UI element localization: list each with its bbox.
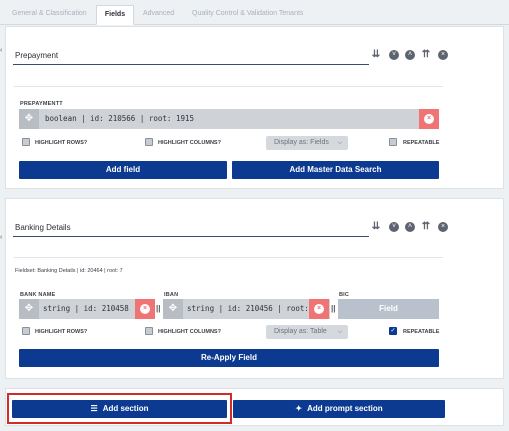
- field-descriptor: boolean | id: 210566 | root: 1915: [45, 114, 195, 123]
- chevron-down-circle-icon[interactable]: ˅: [389, 222, 399, 232]
- display-as-value: Display as: Fields: [274, 139, 329, 146]
- highlight-rows-checkbox[interactable]: [22, 138, 30, 146]
- column-separator: ||: [156, 304, 161, 313]
- close-circle-icon: ×: [314, 304, 324, 314]
- field-row-prepayment[interactable]: ✥ boolean | id: 210566 | root: 1915 ×: [19, 109, 439, 129]
- move-icon[interactable]: ✥: [19, 299, 39, 319]
- add-field-button[interactable]: Add field: [19, 161, 227, 179]
- field-descriptor: string | id: 210456 | root:: [187, 304, 307, 313]
- delete-field-button[interactable]: ×: [135, 299, 155, 319]
- chevron-down-icon: ⌵: [337, 329, 342, 335]
- title-underline: [13, 236, 369, 237]
- fieldset-meta: Fieldset: Banking Details | id: 20464 | …: [15, 268, 123, 274]
- tab-quality-control[interactable]: Quality Control & Validation Tenants: [192, 5, 303, 25]
- field-row-bank-name[interactable]: ✥ string | id: 210458 ×: [19, 299, 155, 319]
- column-separator: ||: [331, 304, 336, 313]
- display-as-select[interactable]: Display as: Table ⌵: [266, 325, 348, 339]
- section-title[interactable]: Prepayment: [15, 51, 58, 60]
- field-descriptor: string | id: 210458: [43, 304, 129, 313]
- highlight-columns-label: HIGHLIGHT COLUMNS?: [158, 140, 221, 146]
- annotation-highlight-box: [7, 393, 232, 424]
- chevron-up-circle-icon[interactable]: ˄: [405, 50, 415, 60]
- repeatable-label: REPEATABLE: [403, 140, 440, 146]
- column-label-iban: IBAN: [164, 292, 179, 298]
- divider: [14, 257, 443, 258]
- add-bic-field-button[interactable]: Field: [338, 299, 439, 319]
- highlight-rows-label: HIGHLIGHT ROWS?: [35, 140, 88, 146]
- double-chevron-up-icon[interactable]: ⇈: [420, 49, 432, 61]
- repeatable-label: REPEATABLE: [403, 329, 440, 335]
- remove-section-icon[interactable]: ×: [438, 50, 448, 60]
- remove-section-icon[interactable]: ×: [438, 222, 448, 232]
- repeatable-checkbox[interactable]: [389, 138, 397, 146]
- double-chevron-down-icon[interactable]: ⇊: [370, 49, 382, 61]
- chevron-up-circle-icon[interactable]: ˄: [405, 222, 415, 232]
- column-label-bic: BIC: [339, 292, 350, 298]
- tab-fields[interactable]: Fields: [96, 5, 134, 25]
- highlight-rows-label: HIGHLIGHT ROWS?: [35, 329, 88, 335]
- tab-bar: General & Classification Fields Advanced…: [0, 0, 509, 25]
- delete-field-button[interactable]: ×: [309, 299, 329, 319]
- highlight-columns-checkbox[interactable]: [145, 327, 153, 335]
- tab-general-classification[interactable]: General & Classification: [12, 5, 87, 25]
- divider: [14, 86, 443, 87]
- move-icon[interactable]: ✥: [19, 109, 39, 129]
- repeatable-checkbox[interactable]: ✓: [389, 327, 397, 335]
- scroll-marker-icon: ‹: [0, 234, 3, 241]
- double-chevron-up-icon[interactable]: ⇈: [420, 221, 432, 233]
- tab-advanced[interactable]: Advanced: [143, 5, 174, 25]
- chevron-down-circle-icon[interactable]: ˅: [389, 50, 399, 60]
- close-circle-icon: ×: [424, 114, 434, 124]
- delete-field-button[interactable]: ×: [419, 109, 439, 129]
- close-circle-icon: ×: [140, 304, 150, 314]
- display-as-select[interactable]: Display as: Fields ⌵: [266, 136, 348, 150]
- add-master-data-search-button[interactable]: Add Master Data Search: [232, 161, 439, 179]
- section-title[interactable]: Banking Details: [15, 223, 71, 232]
- scroll-marker-icon: ‹: [0, 47, 3, 54]
- field-label: PREPAYMENTT: [20, 101, 63, 107]
- move-icon[interactable]: ✥: [163, 299, 183, 319]
- magic-icon: ✦: [295, 404, 303, 413]
- add-prompt-section-button[interactable]: ✦ Add prompt section: [233, 400, 445, 418]
- highlight-columns-label: HIGHLIGHT COLUMNS?: [158, 329, 221, 335]
- add-prompt-section-label: Add prompt section: [307, 404, 383, 413]
- display-as-value: Display as: Table: [274, 328, 327, 335]
- column-label-bank-name: BANK NAME: [20, 292, 56, 298]
- field-row-iban[interactable]: ✥ string | id: 210456 | root: ×: [163, 299, 330, 319]
- double-chevron-down-icon[interactable]: ⇊: [370, 221, 382, 233]
- chevron-down-icon: ⌵: [337, 140, 342, 146]
- highlight-rows-checkbox[interactable]: [22, 327, 30, 335]
- reapply-field-button[interactable]: Re-Apply Field: [19, 349, 439, 367]
- title-underline: [13, 64, 369, 65]
- highlight-columns-checkbox[interactable]: [145, 138, 153, 146]
